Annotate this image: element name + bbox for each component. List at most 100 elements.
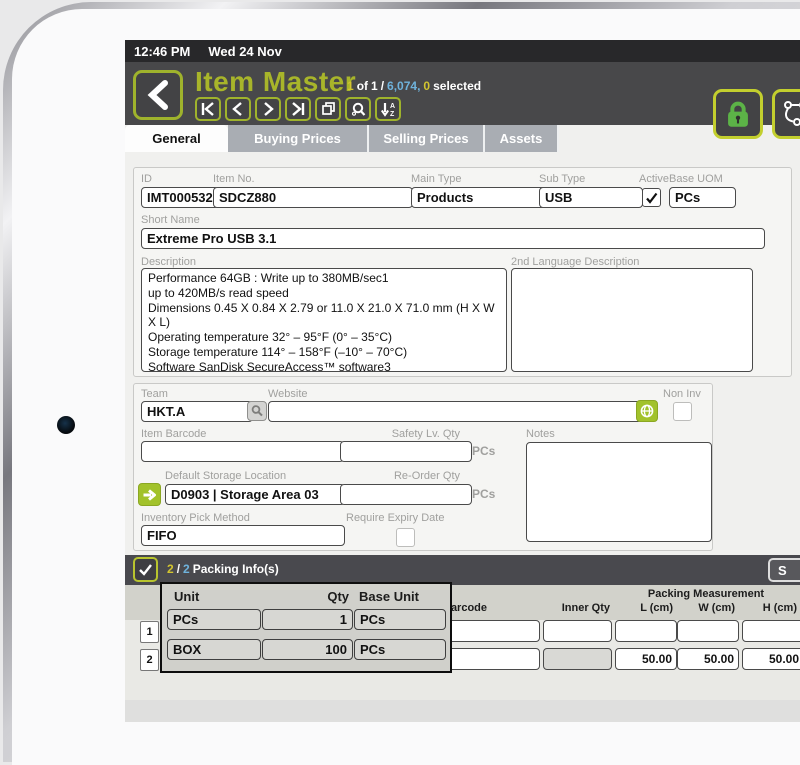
team-field[interactable]: HKT.A — [141, 401, 253, 422]
unit-cell[interactable]: PCs — [167, 609, 261, 630]
unit-popup: Unit Qty Base Unit PCs 1 PCs BOX 100 PCs — [160, 582, 452, 673]
short-name-field[interactable]: Extreme Pro USB 3.1 — [141, 228, 765, 249]
packing-checkbox[interactable] — [133, 557, 158, 582]
main-type-field[interactable]: Products — [411, 187, 548, 208]
search-icon — [250, 404, 264, 418]
row-number[interactable]: 2 — [140, 649, 159, 671]
description-textarea[interactable]: Performance 64GB : Write up to 380MB/sec… — [141, 268, 507, 372]
website-label: Website — [268, 388, 308, 400]
base-unit-column-header: Base Unit — [359, 589, 419, 604]
require-expiry-label: Require Expiry Date — [346, 512, 444, 524]
require-expiry-checkbox[interactable] — [396, 528, 415, 547]
copy-record-button[interactable] — [315, 97, 341, 121]
notes-textarea[interactable] — [526, 442, 712, 542]
count-grand-total: 6,074, — [387, 79, 420, 93]
default-storage-label: Default Storage Location — [165, 470, 286, 482]
notes-label: Notes — [526, 428, 555, 440]
base-unit-cell[interactable]: PCs — [354, 609, 446, 630]
next-record-icon — [259, 101, 277, 117]
reorder-qty-label: Re-Order Qty — [340, 470, 460, 482]
qty-cell[interactable]: 1 — [262, 609, 353, 630]
unit-cell[interactable]: BOX — [167, 639, 261, 660]
status-time: 12:46 PM — [134, 44, 190, 59]
packing-side-button[interactable]: S — [768, 558, 800, 582]
tab-assets[interactable]: Assets — [485, 125, 559, 152]
base-uom-label: Base UOM — [669, 173, 723, 185]
base-uom-field[interactable]: PCs — [669, 187, 736, 208]
team-label: Team — [141, 388, 168, 400]
tab-general[interactable]: General — [125, 125, 228, 152]
h-cell[interactable]: 50.00 — [742, 648, 800, 670]
status-date: Wed 24 Nov — [208, 44, 281, 59]
reorder-qty-field[interactable] — [340, 484, 472, 505]
search-icon — [349, 101, 367, 117]
back-button[interactable] — [133, 70, 183, 120]
website-go-button[interactable] — [636, 400, 658, 422]
w-column-header: W (cm) — [677, 602, 735, 614]
second-language-label: 2nd Language Description — [511, 256, 639, 268]
packing-section-bar: 2/2Packing Info(s) S — [125, 555, 800, 585]
tab-buying-prices[interactable]: Buying Prices — [228, 125, 369, 152]
count-selected: 0 — [423, 79, 430, 93]
sort-button[interactable]: AZ — [375, 97, 401, 121]
main-type-label: Main Type — [411, 173, 462, 185]
sub-type-field[interactable]: USB — [539, 187, 643, 208]
base-unit-cell[interactable]: PCs — [354, 639, 446, 660]
item-barcode-field[interactable] — [141, 441, 344, 462]
app-screen: 12:46 PM Wed 24 Nov Item Master 1of1/6,0… — [125, 40, 800, 722]
h-cell[interactable] — [742, 620, 800, 642]
unit-column-header: Unit — [174, 589, 199, 604]
qty-cell[interactable]: 100 — [262, 639, 353, 660]
id-field[interactable]: IMT000532 — [141, 187, 219, 208]
general-info-panel: ID IMT000532 Item No. SDCZ880 Main Type … — [133, 167, 792, 377]
safety-qty-unit: PCs — [472, 444, 495, 458]
first-record-icon — [199, 101, 217, 117]
default-storage-field[interactable]: D0903 | Storage Area 03 — [165, 484, 345, 505]
row-number[interactable]: 1 — [140, 621, 159, 643]
nav-next-button[interactable] — [255, 97, 281, 121]
description-label: Description — [141, 256, 196, 268]
svg-text:Z: Z — [390, 111, 395, 117]
l-cell[interactable] — [615, 620, 677, 642]
tab-selling-prices[interactable]: Selling Prices — [369, 125, 485, 152]
second-language-textarea[interactable] — [511, 268, 753, 372]
item-barcode-label: Item Barcode — [141, 428, 206, 440]
nav-first-button[interactable] — [195, 97, 221, 121]
nav-prev-button[interactable] — [225, 97, 251, 121]
active-checkbox[interactable] — [642, 188, 661, 207]
non-inv-checkbox[interactable] — [673, 402, 692, 421]
safety-qty-field[interactable] — [340, 441, 472, 462]
pick-method-field[interactable]: FIFO — [141, 525, 345, 546]
nav-last-button[interactable] — [285, 97, 311, 121]
sort-az-icon: AZ — [379, 101, 397, 117]
active-label: Active — [639, 173, 669, 185]
id-label: ID — [141, 173, 152, 185]
record-count: 1of1/6,074,0selected — [347, 79, 484, 93]
team-search-button[interactable] — [247, 401, 267, 421]
copy-icon — [319, 101, 337, 117]
globe-icon — [639, 403, 655, 419]
footer-band — [125, 700, 800, 722]
svg-text:A: A — [390, 103, 395, 110]
pick-method-label: Inventory Pick Method — [141, 512, 250, 524]
l-column-header: L (cm) — [615, 602, 673, 614]
last-record-icon — [289, 101, 307, 117]
app-header: Item Master 1of1/6,074,0selected — [125, 62, 800, 125]
search-records-button[interactable] — [345, 97, 371, 121]
status-bar: 12:46 PM Wed 24 Nov — [125, 40, 800, 62]
item-no-field[interactable]: SDCZ880 — [213, 187, 413, 208]
count-current: 1 — [347, 79, 354, 93]
inner-qty-cell[interactable] — [543, 620, 612, 642]
website-field[interactable] — [268, 401, 642, 422]
reorder-qty-unit: PCs — [472, 487, 495, 501]
sub-type-label: Sub Type — [539, 173, 585, 185]
safety-qty-label: Safety Lv. Qty — [340, 428, 460, 440]
inner-qty-cell[interactable] — [543, 648, 612, 670]
page-title: Item Master — [195, 66, 356, 98]
h-column-header: H (cm) — [742, 602, 797, 614]
storage-location-button[interactable] — [138, 483, 161, 506]
packing-measurement-header: Packing Measurement — [615, 588, 797, 600]
w-cell[interactable]: 50.00 — [677, 648, 739, 670]
w-cell[interactable] — [677, 620, 739, 642]
l-cell[interactable]: 50.00 — [615, 648, 677, 670]
